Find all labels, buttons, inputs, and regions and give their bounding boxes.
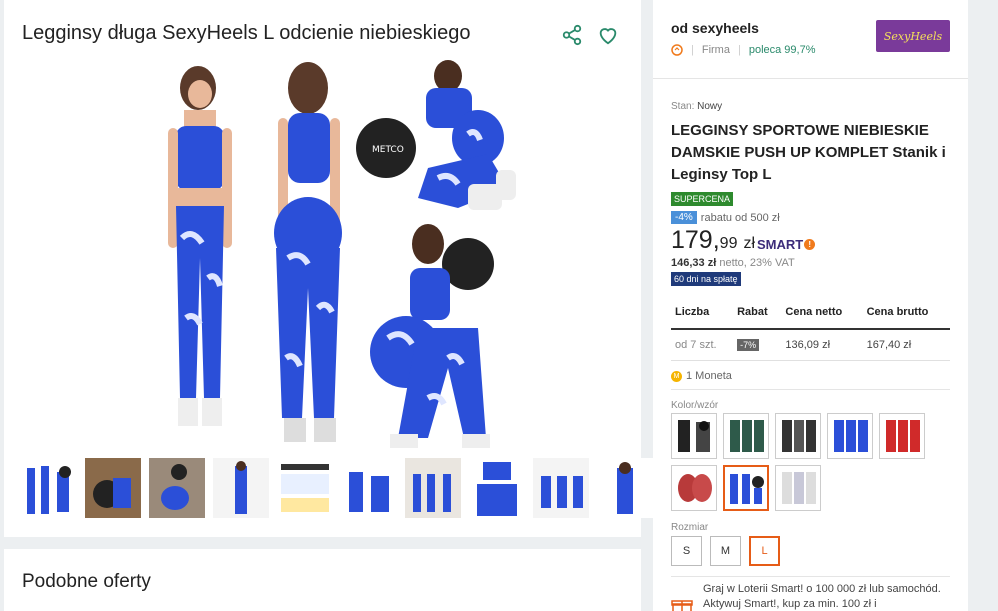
seller-logo[interactable]: SexyHeels xyxy=(876,20,950,52)
divider xyxy=(653,78,968,79)
heart-icon[interactable] xyxy=(597,24,619,46)
discount-badge: -4% xyxy=(671,211,697,224)
price-integer: 179, xyxy=(671,226,720,254)
net-text: netto, 23% VAT xyxy=(719,257,795,269)
lottery-promo: Graj w Loterii Smart! o 100 000 zł lub s… xyxy=(671,582,955,611)
variant-option[interactable] xyxy=(827,413,873,459)
size-option-s[interactable]: S xyxy=(671,536,702,566)
similar-offers-card: Podobne oferty xyxy=(4,549,641,611)
discount-info: -4% rabatu od 500 zł xyxy=(671,211,780,224)
net-value: 146,33 zł xyxy=(671,257,717,269)
thumbnail[interactable] xyxy=(146,456,208,520)
main-product-image[interactable]: METCO xyxy=(128,58,520,450)
svg-text:METCO: METCO xyxy=(372,145,404,155)
thumbnail[interactable] xyxy=(402,456,464,520)
price: 179,99 zł xyxy=(671,226,755,255)
table-header: Rabat xyxy=(733,300,782,330)
title-actions xyxy=(561,24,619,46)
price-decimal: 99 xyxy=(719,235,738,252)
thumbnail[interactable] xyxy=(338,456,400,520)
table-cell: 167,40 zł xyxy=(862,329,950,361)
variant-option[interactable] xyxy=(879,413,925,459)
seller-type: Firma xyxy=(701,44,730,56)
seller-name[interactable]: od sexyheels xyxy=(671,20,759,36)
table-header: Cena netto xyxy=(781,300,863,330)
condition-label: Stan: xyxy=(671,101,695,112)
condition: Stan: Nowy xyxy=(671,101,722,112)
size-option-l-selected[interactable]: L xyxy=(749,536,780,566)
thumbnail-strip xyxy=(18,456,656,520)
divider xyxy=(671,576,950,577)
size-option-m[interactable]: M xyxy=(710,536,741,566)
table-row: od 7 szt. -7% 136,09 zł 167,40 zł xyxy=(671,329,950,361)
supercena-badge: SUPERCENA xyxy=(671,192,734,206)
table-cell: od 7 szt. xyxy=(671,329,734,361)
product-gallery-card: Legginsy długa SexyHeels L odcienie nieb… xyxy=(4,0,653,537)
size-picker: S M L xyxy=(671,536,780,566)
installments-badge[interactable]: 60 dni na spłatę xyxy=(671,272,741,286)
thumbnail[interactable] xyxy=(18,456,80,520)
product-title: Legginsy długa SexyHeels L odcienie nieb… xyxy=(22,22,471,44)
offer-title: LEGGINSY SPORTOWE NIEBIESKIE DAMSKIE PUS… xyxy=(671,122,946,183)
similar-offers-heading: Podobne oferty xyxy=(22,571,151,592)
thumbnail[interactable] xyxy=(210,456,272,520)
seller-logo-text: SexyHeels xyxy=(883,29,943,43)
smart-badge[interactable]: SMART! xyxy=(757,237,816,252)
separator: | xyxy=(737,44,741,56)
condition-value: Nowy xyxy=(697,101,723,112)
table-header: Liczba xyxy=(671,300,734,330)
offer-panel: od sexyheels | Firma | poleca 99,7% Sexy… xyxy=(653,0,968,611)
variant-option[interactable] xyxy=(671,465,717,511)
net-price: 146,33 zł netto, 23% VAT xyxy=(671,257,795,269)
variant-option[interactable] xyxy=(671,413,717,459)
table-header: Cena brutto xyxy=(862,300,950,330)
table-header-row: Liczba Rabat Cena netto Cena brutto xyxy=(671,300,950,330)
table-cell: 136,09 zł xyxy=(781,329,863,361)
lottery-text: Graj w Loterii Smart! o 100 000 zł lub s… xyxy=(703,583,941,610)
thumbnail[interactable] xyxy=(82,456,144,520)
divider xyxy=(671,389,950,390)
variant-option-selected[interactable] xyxy=(723,465,769,511)
seller-recommend[interactable]: poleca 99,7% xyxy=(749,44,816,56)
rebate-badge: -7% xyxy=(737,339,760,351)
super-seller-icon xyxy=(671,44,683,56)
variant-option[interactable] xyxy=(723,413,769,459)
seller-meta: | Firma | poleca 99,7% xyxy=(671,44,816,56)
quantity-discount-table: Liczba Rabat Cena netto Cena brutto od 7… xyxy=(671,300,950,361)
gift-icon xyxy=(671,600,693,611)
variant-option[interactable] xyxy=(775,465,821,511)
sizes-label: Rozmiar xyxy=(671,522,709,533)
smart-dot-icon: ! xyxy=(804,239,816,250)
coin-icon: M xyxy=(671,370,682,382)
share-icon[interactable] xyxy=(561,24,583,46)
smart-label: SMART xyxy=(757,237,804,252)
discount-text: rabatu od 500 zł xyxy=(700,211,780,224)
variant-option[interactable] xyxy=(775,413,821,459)
coins-info: M 1 Moneta xyxy=(671,370,732,382)
separator: | xyxy=(691,44,694,56)
coins-text: 1 Moneta xyxy=(686,370,732,382)
price-currency: zł xyxy=(743,235,756,252)
thumbnail[interactable] xyxy=(594,456,656,520)
variant-picker xyxy=(671,413,953,511)
variants-label: Kolor/wzór xyxy=(671,400,719,411)
table-cell: -7% xyxy=(733,329,782,361)
thumbnail[interactable] xyxy=(530,456,592,520)
thumbnail[interactable] xyxy=(466,456,528,520)
thumbnail[interactable] xyxy=(274,456,336,520)
